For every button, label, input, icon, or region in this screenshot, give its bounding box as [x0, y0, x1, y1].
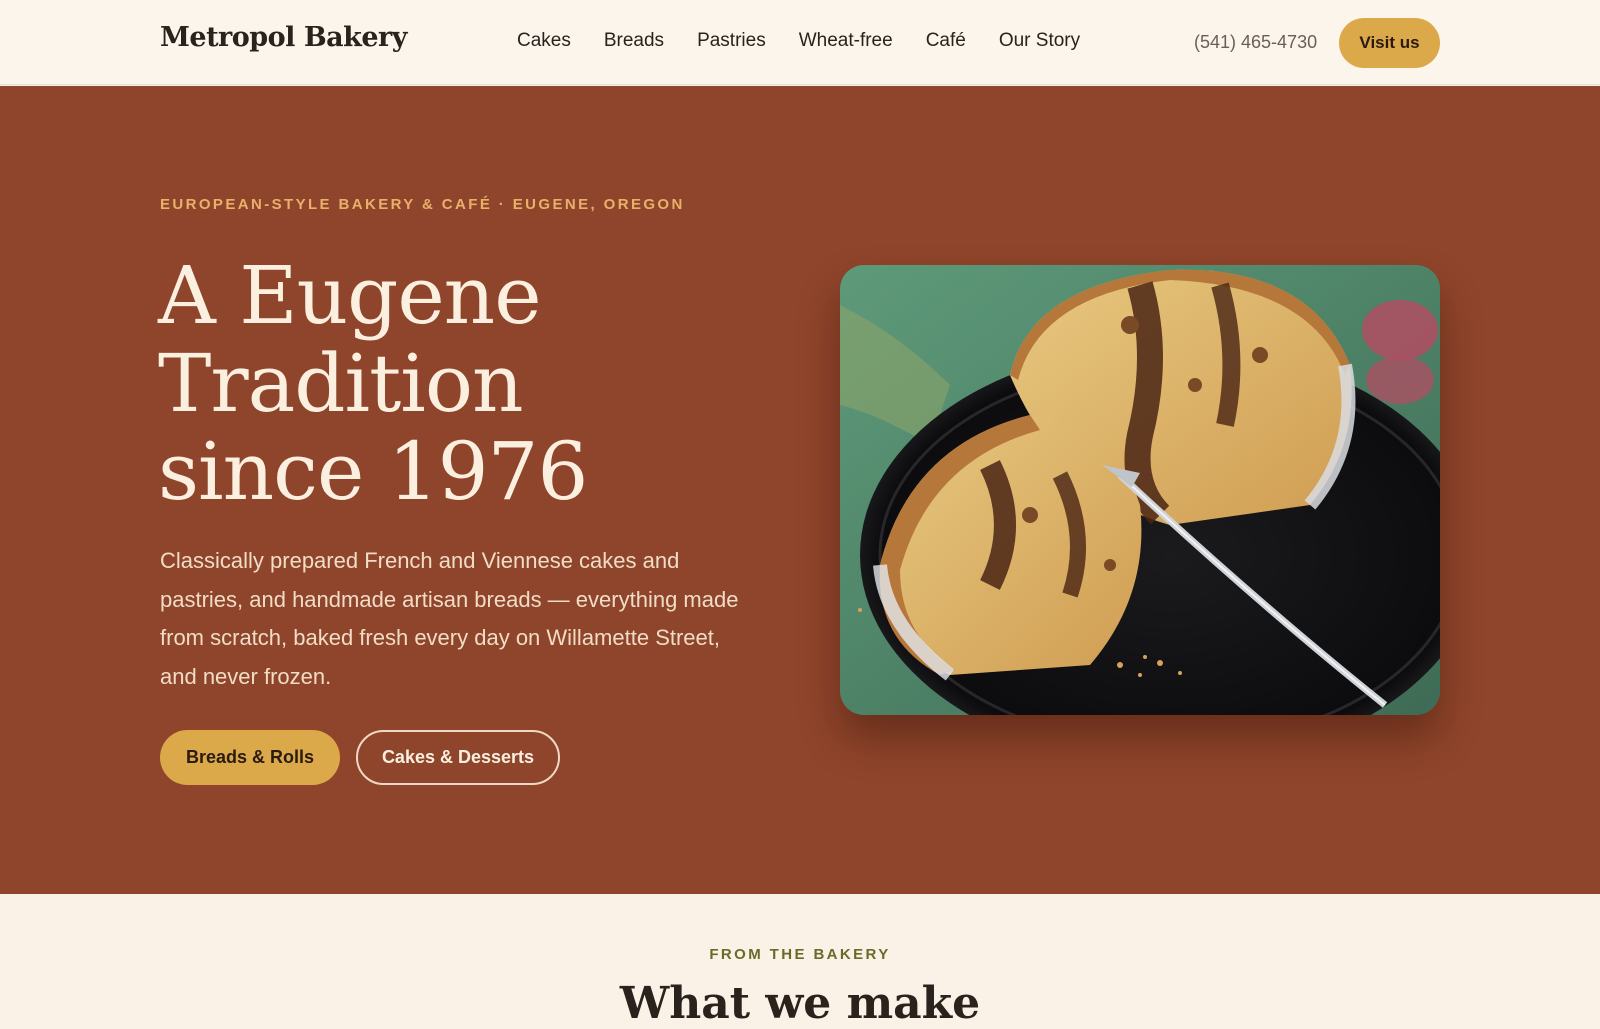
nav-link-wheat-free[interactable]: Wheat-free	[799, 30, 893, 52]
hero-eyebrow: EUROPEAN-STYLE BAKERY & CAFÉ · EUGENE, O…	[160, 196, 685, 213]
section-title: What we make	[619, 978, 981, 1029]
cakes-desserts-button[interactable]: Cakes & Desserts	[356, 730, 560, 785]
visit-us-button[interactable]: Visit us	[1339, 18, 1440, 68]
headline-line-3: since 1976	[158, 425, 588, 518]
breads-rolls-button[interactable]: Breads & Rolls	[160, 730, 340, 785]
hero-headline: A Eugene Tradition since 1976	[158, 252, 798, 516]
nav-link-pastries[interactable]: Pastries	[697, 30, 766, 52]
nav-link-cakes[interactable]: Cakes	[517, 30, 571, 52]
nav-link-breads[interactable]: Breads	[604, 30, 664, 52]
nav-link-cafe[interactable]: Café	[926, 30, 966, 52]
hero-description: Classically prepared French and Viennese…	[160, 548, 739, 689]
section-eyebrow: FROM THE BAKERY	[709, 946, 891, 963]
hero-section: EUROPEAN-STYLE BAKERY & CAFÉ · EUGENE, O…	[0, 86, 1600, 894]
nav-link-our-story[interactable]: Our Story	[999, 30, 1080, 52]
phone-number[interactable]: (541) 465-4730	[1194, 32, 1317, 53]
brand-logo[interactable]: Metropol Bakery	[160, 22, 407, 53]
coffee-cake-illustration	[840, 265, 1440, 715]
site-header: Metropol Bakery Cakes Breads Pastries Wh…	[0, 0, 1600, 85]
headline-line-1: A Eugene	[158, 249, 542, 342]
hero-photo-coffee-cake	[840, 265, 1440, 715]
headline-line-2: Tradition	[158, 337, 524, 430]
main-nav: Cakes Breads Pastries Wheat-free Café Ou…	[517, 30, 1080, 52]
